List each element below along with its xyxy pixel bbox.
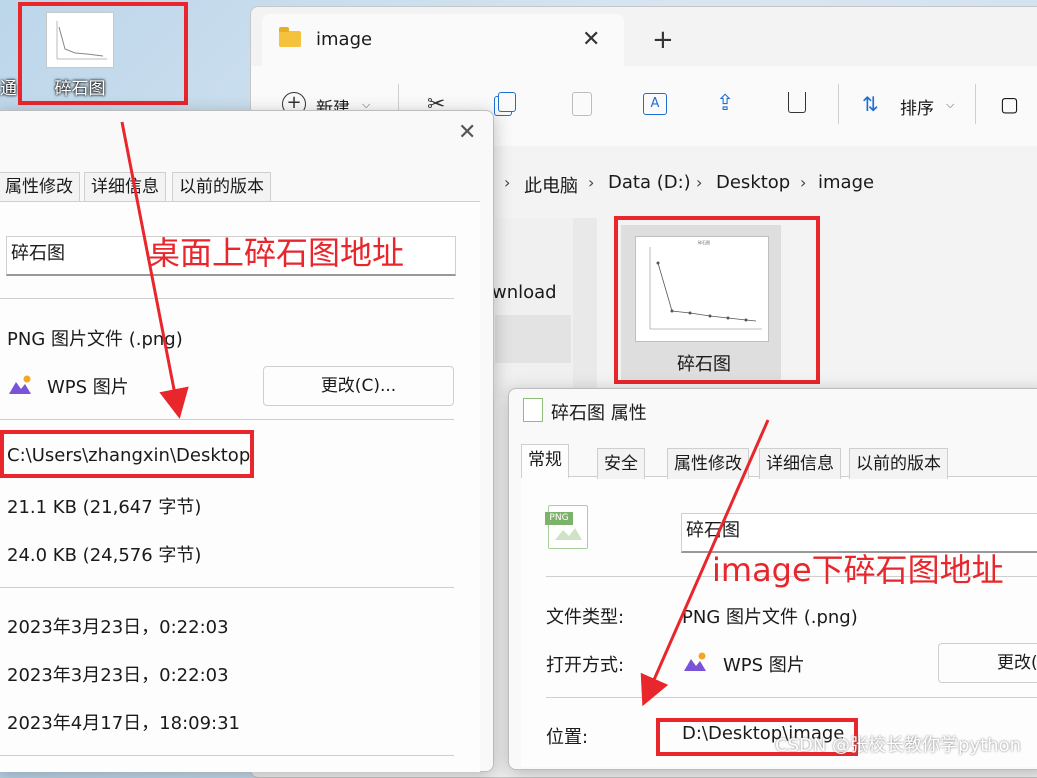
annotation-arrows bbox=[120, 121, 770, 707]
watermark: CSDN @张校长教你学python bbox=[775, 735, 1022, 756]
arrow-to-image-location bbox=[640, 419, 770, 707]
arrow-to-desktop-location bbox=[120, 121, 189, 419]
